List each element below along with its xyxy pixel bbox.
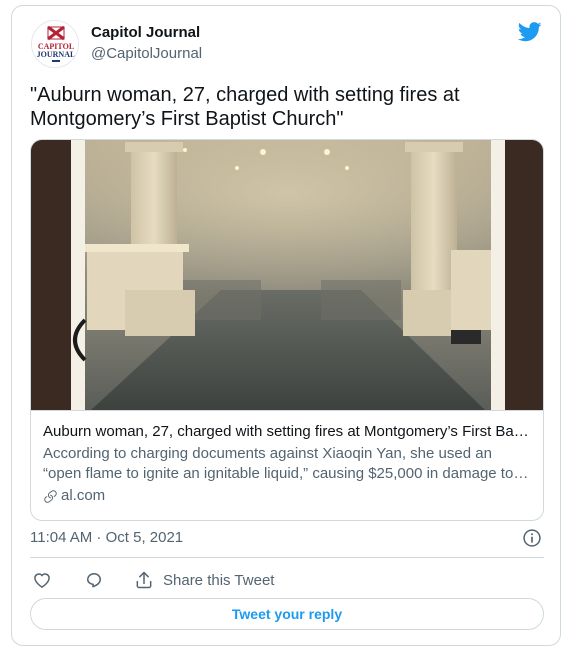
divider: [30, 557, 544, 558]
author-handle[interactable]: @CapitolJournal: [91, 45, 202, 62]
reply-icon: [87, 573, 101, 588]
tweet-embed-card: CAPITOL JOURNAL Capitol Journal @Capitol…: [11, 5, 561, 646]
link-title[interactable]: Auburn woman, 27, charged with setting f…: [43, 422, 532, 442]
tweet-your-reply-button[interactable]: Tweet your reply: [30, 598, 544, 630]
tweet-actions: Share this Tweet: [30, 568, 544, 592]
share-button[interactable]: Share this Tweet: [134, 568, 274, 592]
tweet-timestamp[interactable]: 11:04 AM · Oct 5, 2021: [30, 529, 183, 546]
link-icon: [44, 489, 57, 503]
church-interior-image: [31, 140, 543, 410]
link-preview-card[interactable]: Auburn woman, 27, charged with setting f…: [30, 139, 544, 521]
share-icon: [136, 571, 152, 589]
share-label: Share this Tweet: [163, 571, 275, 589]
tweet-text: "Auburn woman, 27, charged with setting …: [30, 84, 460, 130]
link-description: According to charging documents against …: [43, 445, 514, 482]
link-meta: Auburn woman, 27, charged with setting f…: [31, 410, 543, 520]
avatar[interactable]: CAPITOL JOURNAL: [31, 20, 79, 68]
twitter-bird-icon[interactable]: [518, 22, 542, 42]
capitol-journal-logo: CAPITOL JOURNAL: [32, 21, 78, 67]
author-name[interactable]: Capitol Journal: [91, 24, 200, 41]
link-domain[interactable]: al.com: [61, 486, 105, 506]
info-icon[interactable]: [522, 528, 542, 548]
like-button[interactable]: [32, 568, 52, 592]
link-domain-row: al.com: [43, 486, 532, 506]
heart-icon: [34, 573, 50, 588]
reply-button[interactable]: [84, 568, 104, 592]
logo-text-journal: JOURNAL: [37, 50, 76, 59]
